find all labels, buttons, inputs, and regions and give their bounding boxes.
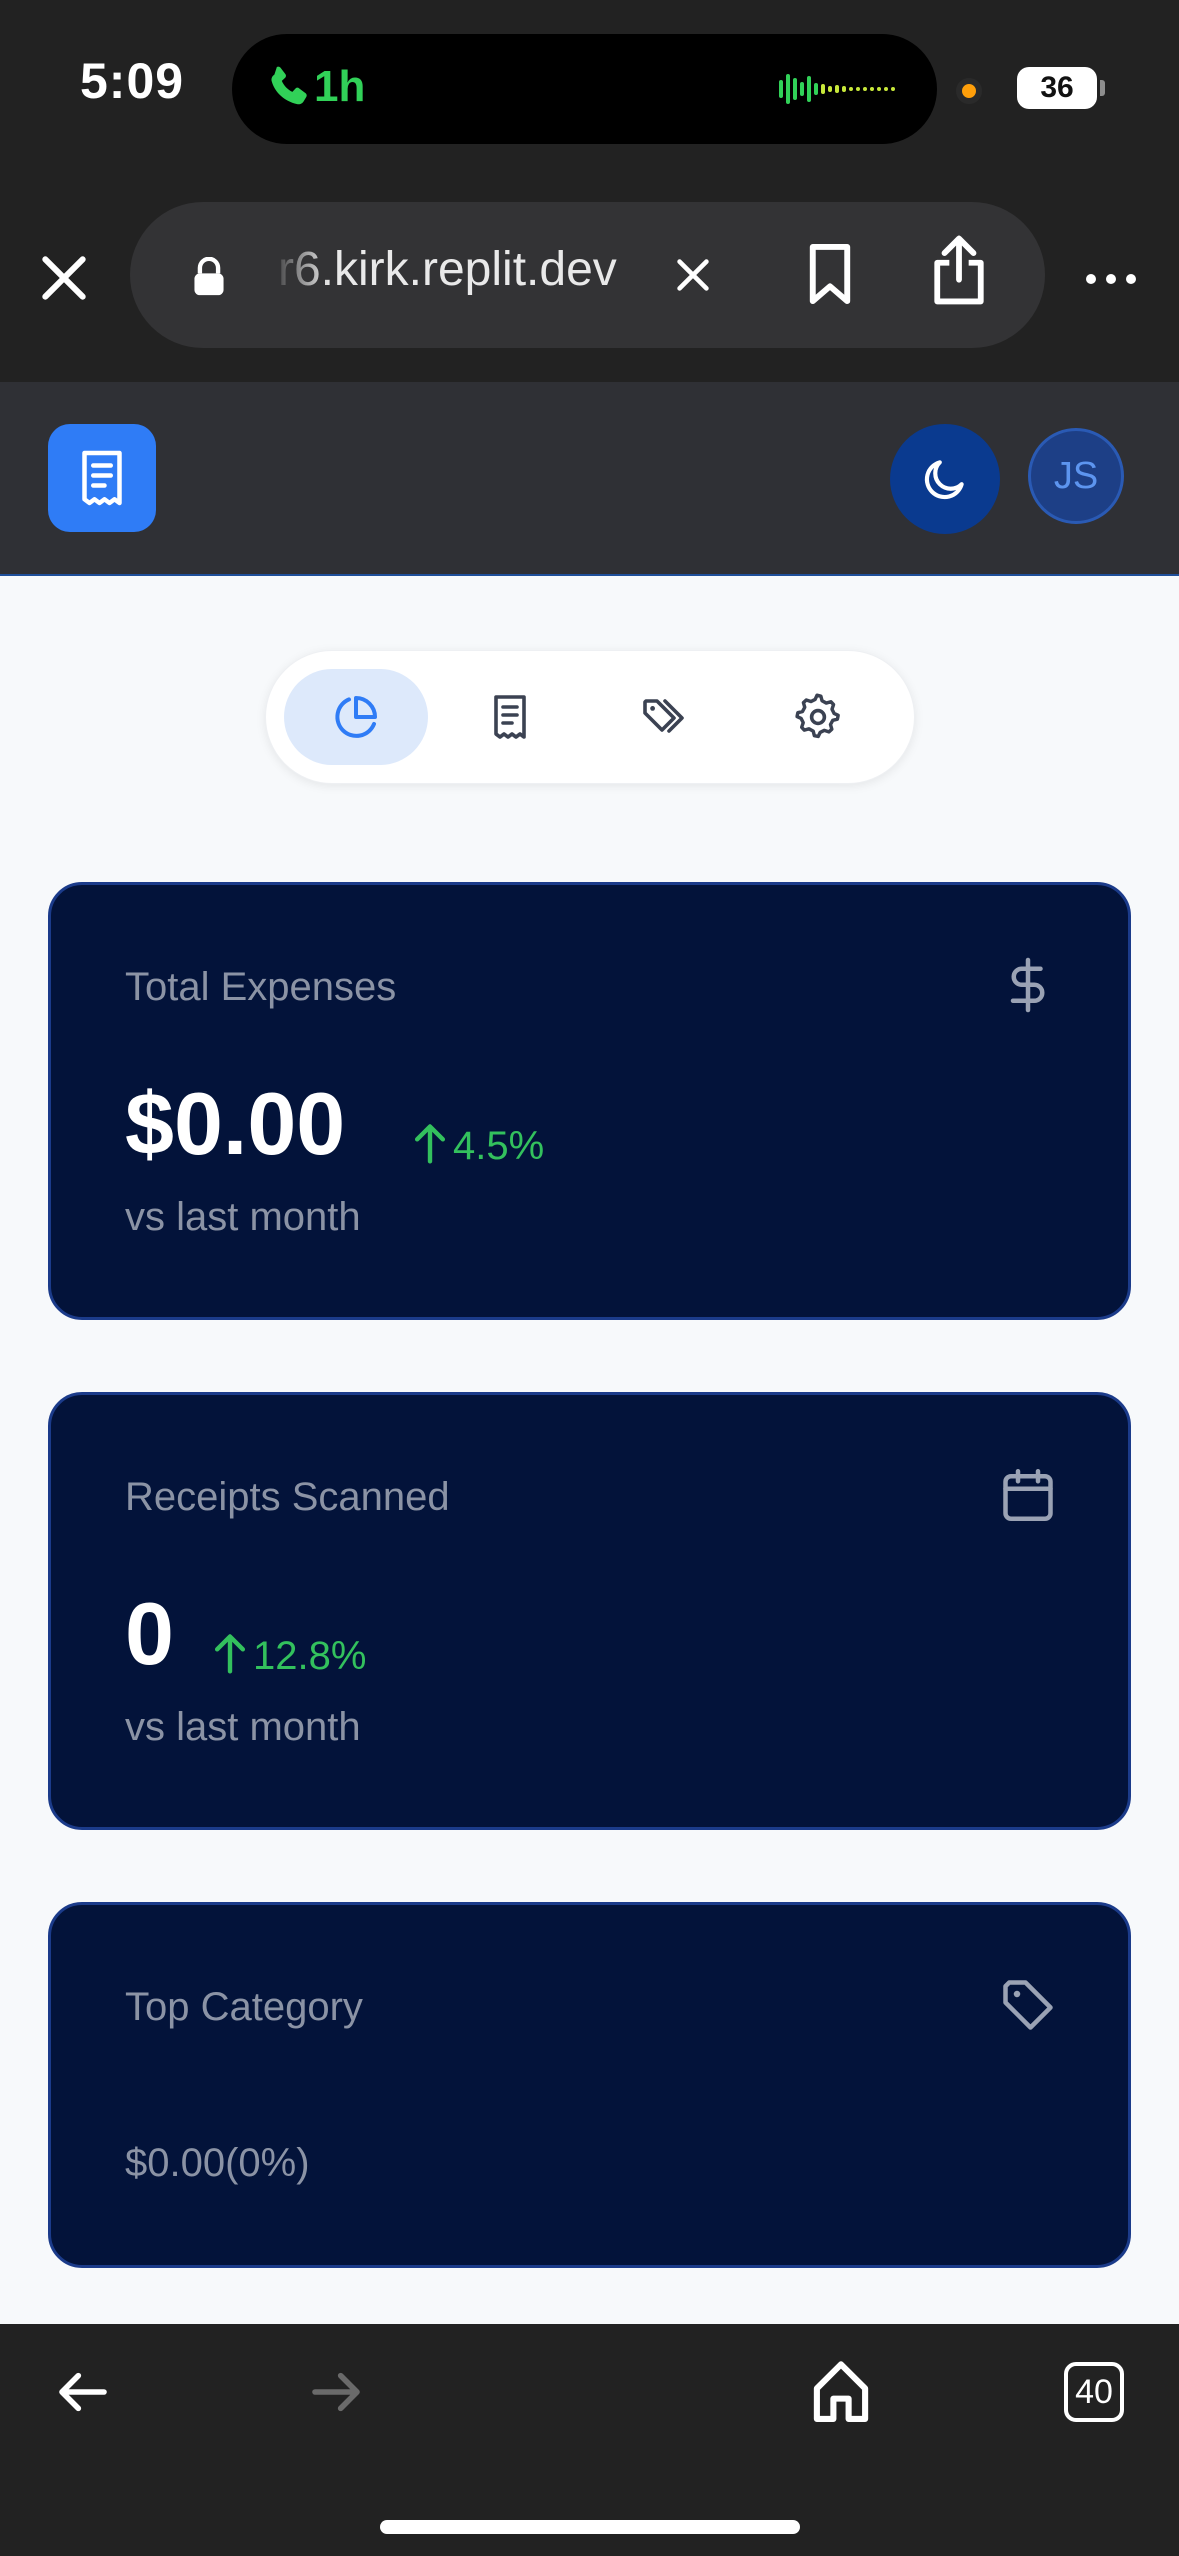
arrow-up-icon [214, 1634, 246, 1674]
tabs-count-button[interactable]: 40 [1064, 2362, 1124, 2422]
dollar-icon [1010, 957, 1045, 1013]
forward-arrow-icon[interactable] [308, 2364, 364, 2420]
battery-indicator: 36 [1017, 67, 1097, 109]
clear-icon[interactable] [670, 252, 716, 298]
browser-toolbar: r6.kirk.replit.dev [0, 190, 1179, 382]
avatar[interactable]: JS [1028, 428, 1124, 524]
total-expenses-value: $0.00 [125, 1074, 346, 1173]
top-category-amount: $0.00(0%) [125, 2141, 310, 2185]
status-time: 5:09 [80, 53, 185, 109]
phone-icon [271, 66, 307, 105]
receipts-scanned-trend: 12.8% [211, 1631, 366, 1679]
gear-icon [795, 693, 840, 739]
lock-icon [194, 257, 224, 296]
browser-bottom-toolbar: 40 [0, 2324, 1179, 2556]
card-title: Receipts Scanned [125, 1475, 450, 1519]
receipts-scanned-card[interactable]: Receipts Scanned 0 12.8% vs last month [48, 1392, 1131, 1830]
app-logo[interactable] [48, 424, 156, 532]
moon-icon [924, 460, 964, 500]
url-fade [270, 232, 330, 312]
top-category-card[interactable]: Top Category $0.00(0%) [48, 1902, 1131, 2268]
trend-value: 4.5% [453, 1124, 545, 1168]
calendar-icon [1003, 1469, 1053, 1521]
receipt-icon [82, 450, 122, 506]
tab-settings[interactable] [746, 669, 890, 765]
total-expenses-card[interactable]: Total Expenses $0.00 4.5% vs last month [48, 882, 1131, 1320]
url-text[interactable]: r6.kirk.replit.dev [278, 242, 648, 297]
card-subtitle: vs last month [125, 1195, 361, 1239]
tab-categories[interactable] [592, 669, 736, 765]
theme-toggle-button[interactable] [890, 424, 1000, 534]
more-icon[interactable] [1083, 270, 1139, 288]
card-title: Top Category [125, 1985, 363, 2029]
tag-icon [1003, 1980, 1053, 2030]
share-icon[interactable] [930, 232, 988, 308]
pie-chart-icon [335, 696, 377, 738]
home-indicator[interactable] [380, 2520, 800, 2534]
receipt-icon [494, 695, 526, 739]
dynamic-island[interactable]: 1h [232, 34, 937, 144]
card-title: Total Expenses [125, 965, 397, 1009]
back-arrow-icon[interactable] [55, 2364, 111, 2420]
bookmark-icon[interactable] [805, 242, 855, 306]
close-icon[interactable] [36, 250, 92, 306]
total-expenses-trend: 4.5% [411, 1121, 544, 1169]
audio-wave-icon [779, 74, 895, 104]
arrow-up-icon [414, 1124, 446, 1164]
tab-dashboard[interactable] [284, 669, 428, 765]
tags-icon [643, 699, 684, 733]
call-duration: 1h [314, 62, 366, 111]
tab-bar [265, 650, 915, 784]
battery-nub [1100, 80, 1105, 96]
privacy-indicator [956, 78, 982, 104]
card-subtitle: vs last month [125, 1705, 361, 1749]
receipts-scanned-value: 0 [125, 1584, 174, 1683]
status-bar: 5:09 1h 36 [0, 0, 1179, 190]
tab-receipts[interactable] [438, 669, 582, 765]
trend-value: 12.8% [253, 1634, 367, 1678]
app-header: JS [0, 382, 1179, 576]
url-bar[interactable]: r6.kirk.replit.dev [130, 202, 1045, 348]
home-icon[interactable] [810, 2358, 872, 2424]
